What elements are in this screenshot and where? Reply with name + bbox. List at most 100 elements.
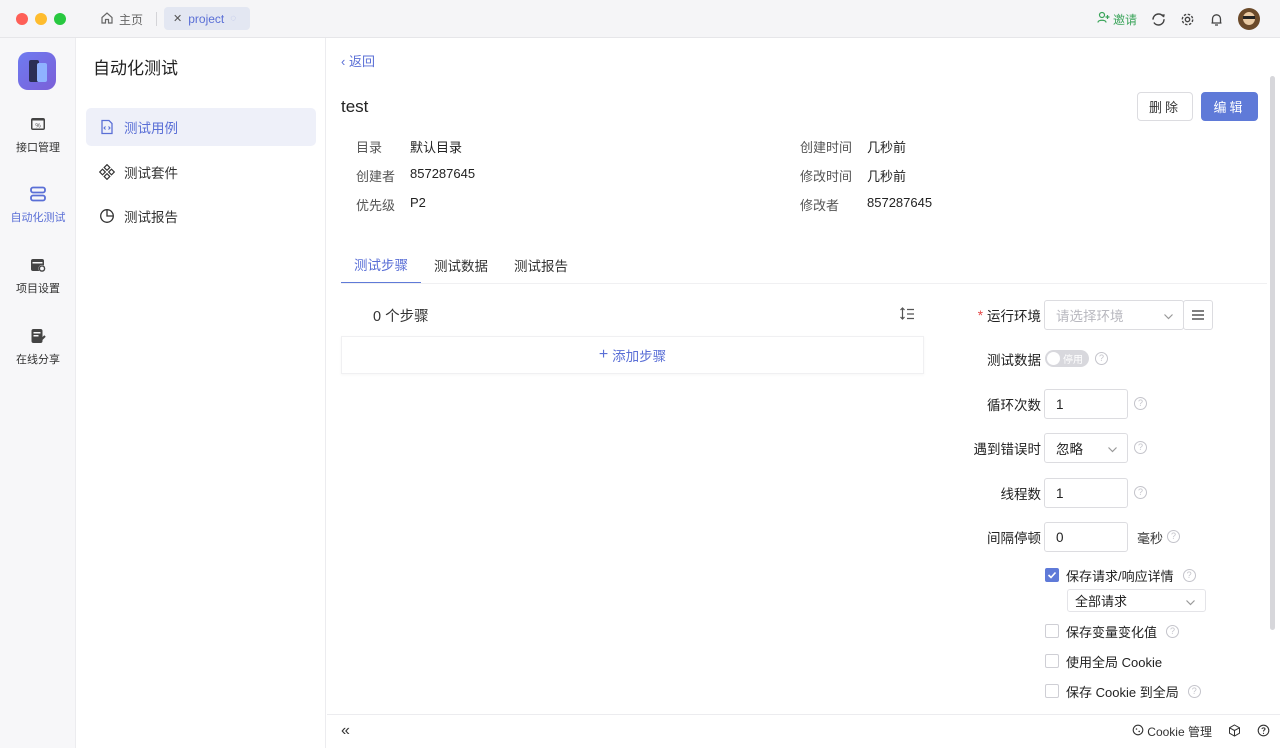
- help-icon[interactable]: ?: [1182, 568, 1196, 582]
- help-icon[interactable]: ?: [1134, 441, 1147, 454]
- help-icon[interactable]: ?: [1167, 530, 1180, 543]
- on-error-label: 遇到错误时: [973, 442, 1042, 457]
- help-icon[interactable]: ?: [1187, 684, 1201, 698]
- add-step-button[interactable]: + 添加步骤: [341, 336, 924, 374]
- interval-input[interactable]: 0: [1044, 522, 1128, 552]
- home-icon: [100, 11, 114, 28]
- help-circle-icon[interactable]: [1257, 724, 1270, 740]
- run-env-select[interactable]: 请选择环境: [1044, 300, 1184, 330]
- tab-test-data[interactable]: 测试数据: [421, 246, 501, 284]
- loop-count-row: 循环次数 1 ?: [937, 389, 1277, 419]
- meta-value: 默认目录: [410, 140, 463, 155]
- cookie-icon: [1132, 724, 1144, 739]
- chevron-down-icon: [1185, 596, 1196, 611]
- on-error-select[interactable]: 忽略: [1044, 433, 1128, 463]
- tab-test-reports[interactable]: 测试报告: [501, 246, 581, 284]
- loop-count-input[interactable]: 1: [1044, 389, 1128, 419]
- meta-label: 修改者: [800, 198, 840, 213]
- back-label: 返回: [348, 54, 375, 69]
- gear-icon[interactable]: [1180, 12, 1195, 27]
- threads-row: 线程数 1 ?: [937, 478, 1277, 508]
- bell-icon[interactable]: [1209, 12, 1224, 27]
- pin-icon[interactable]: ◌: [230, 13, 236, 24]
- use-global-cookie-option[interactable]: 使用全局 Cookie: [1045, 652, 1162, 670]
- rail-item-label: 接口管理: [16, 142, 60, 154]
- help-icon[interactable]: ?: [1095, 352, 1108, 365]
- add-step-label: 添加步骤: [612, 349, 667, 364]
- checkbox[interactable]: [1045, 624, 1059, 638]
- report-icon: [99, 208, 115, 224]
- edit-button[interactable]: 编辑: [1201, 92, 1258, 121]
- help-icon[interactable]: ?: [1134, 397, 1147, 410]
- close-window-button[interactable]: [16, 13, 28, 25]
- subnav-item-label: 测试套件: [124, 166, 178, 181]
- tab-bar: 测试步骤 测试数据 测试报告: [341, 246, 581, 284]
- test-data-toggle[interactable]: 停用: [1045, 350, 1089, 367]
- maximize-window-button[interactable]: [54, 13, 66, 25]
- plus-icon: +: [598, 346, 609, 363]
- cookie-manager-button[interactable]: Cookie 管理: [1132, 723, 1212, 740]
- back-link[interactable]: ‹ 返回: [341, 51, 375, 70]
- svg-text:%: %: [35, 123, 41, 129]
- help-icon[interactable]: ?: [1134, 486, 1147, 499]
- interval-unit: 毫秒: [1137, 530, 1164, 546]
- toggle-label: 停用: [1063, 355, 1083, 366]
- subnav-item-reports[interactable]: 测试报告: [86, 197, 316, 235]
- scrollbar[interactable]: [1270, 76, 1275, 630]
- subnav-item-label: 测试用例: [124, 121, 178, 136]
- tab-project[interactable]: ✕ project ◌: [164, 7, 250, 30]
- test-data-row: 测试数据 停用 ?: [937, 344, 1277, 374]
- subnav-item-testcases[interactable]: 测试用例: [86, 108, 316, 146]
- tab-home-label: 主页: [119, 12, 144, 27]
- tab-project-label: project: [188, 11, 225, 26]
- request-scope-select[interactable]: 全部请求: [1067, 589, 1206, 612]
- collapse-sidebar-icon[interactable]: «: [341, 722, 350, 740]
- steps-count: 0 个步骤: [373, 309, 429, 325]
- invite-button[interactable]: 邀请: [1097, 11, 1137, 28]
- minimize-window-button[interactable]: [35, 13, 47, 25]
- sub-navigation: 自动化测试 测试用例 测试套件 测试报告: [76, 38, 326, 748]
- meta-label: 创建时间: [800, 140, 853, 155]
- checkbox[interactable]: [1045, 568, 1059, 582]
- checkbox-label: 保存 Cookie 到全局: [1066, 684, 1179, 700]
- help-icon[interactable]: ?: [1166, 624, 1180, 638]
- tab-home[interactable]: 主页: [100, 9, 143, 29]
- subnav-item-label: 测试报告: [124, 210, 178, 225]
- save-variable-changes-option[interactable]: 保存变量变化值 ?: [1045, 622, 1180, 640]
- meta-label: 修改时间: [800, 169, 853, 184]
- test-data-label: 测试数据: [987, 353, 1041, 368]
- save-cookie-global-option[interactable]: 保存 Cookie 到全局 ?: [1045, 682, 1201, 700]
- on-error-row: 遇到错误时 忽略 ?: [937, 433, 1277, 463]
- avatar[interactable]: [1238, 8, 1260, 30]
- rail-item-api[interactable]: % 接口管理: [0, 114, 76, 155]
- title-bar: 主页 ✕ project ◌ 邀请: [0, 0, 1280, 38]
- add-user-icon: [1097, 11, 1110, 27]
- request-scope-value: 全部请求: [1075, 594, 1128, 609]
- meta-value: 857287645: [867, 195, 933, 210]
- threads-input[interactable]: 1: [1044, 478, 1128, 508]
- sync-icon[interactable]: [1151, 12, 1166, 27]
- subnav-item-suites[interactable]: 测试套件: [86, 153, 316, 191]
- env-manage-button[interactable]: [1183, 300, 1213, 330]
- menu-icon: [1192, 308, 1204, 323]
- status-actions: Cookie 管理: [1132, 723, 1270, 740]
- tab-test-steps[interactable]: 测试步骤: [341, 246, 421, 284]
- main-content: ‹ 返回 test 删除 编辑 目录 默认目录 创建者 857287645 优先…: [327, 38, 1280, 748]
- meta-label: 目录: [356, 140, 383, 155]
- rail-item-settings[interactable]: 项目设置: [0, 255, 76, 296]
- checkbox[interactable]: [1045, 684, 1059, 698]
- cube-icon[interactable]: [1228, 723, 1241, 740]
- sort-icon[interactable]: [899, 306, 915, 325]
- run-env-placeholder: 请选择环境: [1056, 309, 1124, 324]
- page-title: test: [341, 97, 369, 116]
- close-tab-icon[interactable]: ✕: [173, 12, 182, 25]
- tab-divider: [156, 12, 157, 26]
- chevron-left-icon: ‹: [341, 54, 346, 69]
- checkbox[interactable]: [1045, 654, 1059, 668]
- titlebar-actions: 邀请: [1097, 7, 1260, 31]
- save-request-detail-option[interactable]: 保存请求/响应详情 ?: [1045, 566, 1196, 584]
- rail-item-automation[interactable]: 自动化测试: [0, 184, 76, 225]
- automation-icon: [0, 184, 76, 204]
- delete-button[interactable]: 删除: [1137, 92, 1193, 121]
- rail-item-share[interactable]: 在线分享: [0, 326, 76, 367]
